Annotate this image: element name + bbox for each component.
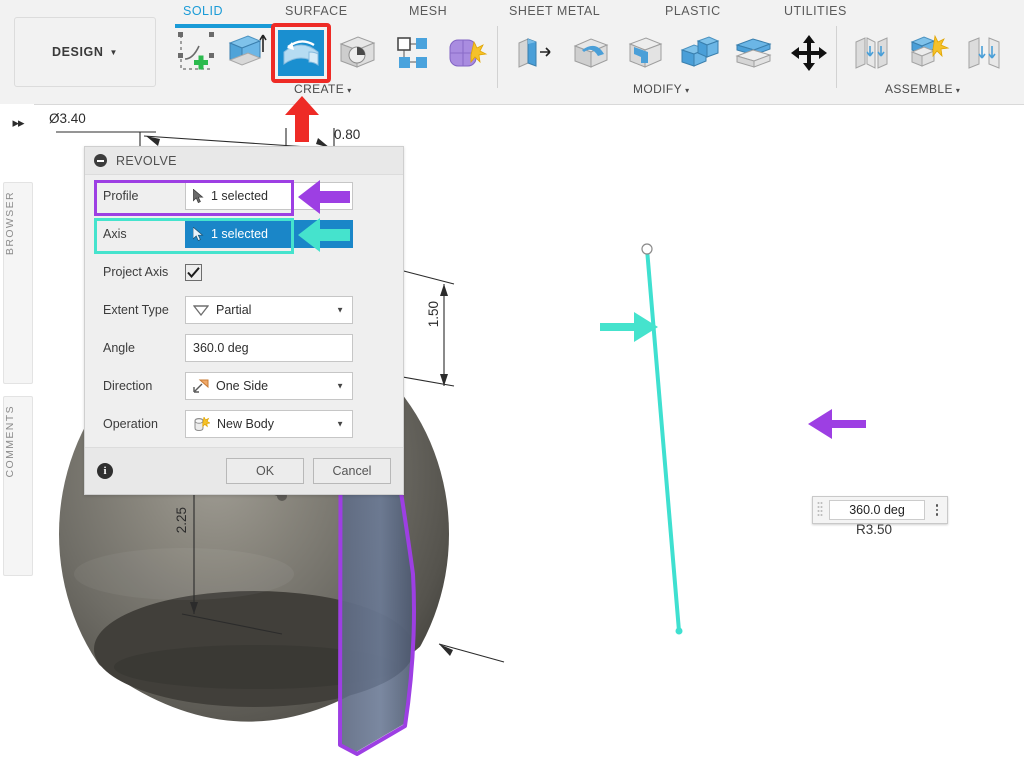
joint-icon[interactable] (850, 30, 896, 76)
direction-label: Direction (103, 379, 153, 393)
create-form-icon[interactable] (442, 28, 488, 74)
extrude-icon[interactable] (222, 29, 268, 75)
chevron-down-icon: ▼ (336, 419, 344, 429)
project-axis-label: Project Axis (103, 265, 169, 279)
tab-solid[interactable]: SOLID (183, 4, 223, 18)
height-dimension-label[interactable]: 1.50 (426, 301, 441, 327)
angle-label: Angle (103, 341, 135, 355)
ok-button[interactable]: OK (226, 458, 304, 484)
angle-value-input[interactable]: 360.0 deg (829, 500, 925, 520)
chevron-down-icon: ▾ (347, 86, 352, 95)
revolve-tool-highlight (271, 23, 331, 83)
axis-label: Axis (103, 227, 127, 241)
rail-tab-browser[interactable]: BROWSER (3, 182, 33, 384)
profile-selection-value: 1 selected (211, 189, 268, 203)
dialog-row-extent-type: Extent Type Partial ▼ (85, 295, 403, 325)
tab-plastic[interactable]: PLASTIC (665, 4, 721, 18)
cursor-select-icon (193, 189, 204, 203)
create-group-label[interactable]: CREATE ▾ (294, 82, 352, 96)
angle-value: 360.0 deg (193, 341, 249, 355)
chevron-down-icon: ▾ (685, 86, 690, 95)
fillet-icon[interactable] (568, 30, 614, 76)
ribbon-divider (497, 26, 498, 88)
chevron-down-icon: ▼ (336, 381, 344, 391)
one-side-icon (193, 379, 209, 393)
info-icon[interactable]: i (97, 463, 113, 479)
operation-value: New Body (217, 417, 274, 431)
workspace-label: DESIGN (51, 45, 104, 59)
direction-dropdown[interactable]: One Side ▼ (185, 372, 353, 400)
angle-value-popup[interactable]: 360.0 deg (812, 496, 948, 524)
create-sketch-icon[interactable] (173, 29, 219, 75)
radius-dimension-label[interactable]: R3.50 (856, 522, 892, 537)
assemble-group-label[interactable]: ASSEMBLE ▾ (885, 82, 960, 96)
tab-mesh[interactable]: MESH (409, 4, 447, 18)
dialog-header: REVOLVE (85, 147, 403, 175)
rail-tab-browser-label: BROWSER (4, 191, 16, 256)
chevron-down-icon: ▾ (955, 86, 961, 95)
as-built-joint-icon[interactable] (962, 30, 1008, 76)
axis-row-callout-arrow-icon (298, 218, 350, 252)
modify-group-label[interactable]: MODIFY ▾ (633, 82, 690, 96)
direction-value: One Side (216, 379, 269, 393)
tab-utilities[interactable]: UTILITIES (784, 4, 847, 18)
new-component-icon[interactable] (904, 28, 950, 74)
ribbon-divider-2 (836, 26, 837, 88)
dialog-row-angle: Angle 360.0 deg (85, 333, 403, 363)
split-face-icon[interactable] (730, 30, 776, 76)
dialog-row-operation: Operation New Body ▼ (85, 409, 403, 439)
dialog-row-axis: Axis 1 selected (85, 219, 403, 249)
width-dimension-label[interactable]: 0.80 (334, 127, 360, 142)
dialog-row-project-axis: Project Axis (85, 257, 403, 287)
cursor-select-icon (193, 227, 204, 241)
dialog-row-direction: Direction One Side ▼ (85, 371, 403, 401)
ribbon-toolbar: DESIGN ▼ SOLID SURFACE MESH SHEET METAL … (0, 0, 1024, 105)
dialog-footer: i OK Cancel (85, 447, 403, 494)
profile-row-callout-arrow-icon (298, 180, 350, 214)
dialog-title: REVOLVE (116, 153, 177, 168)
profile-label: Profile (103, 189, 139, 203)
extent-type-dropdown[interactable]: Partial ▼ (185, 296, 353, 324)
shell-icon[interactable] (622, 30, 668, 76)
active-tab-indicator (175, 24, 275, 28)
pattern-icon[interactable] (388, 30, 434, 76)
angle-options-menu-icon[interactable] (927, 497, 947, 523)
operation-dropdown[interactable]: New Body ▼ (185, 410, 353, 438)
tab-sheet-metal[interactable]: SHEET METAL (509, 4, 600, 18)
collapse-icon[interactable] (94, 154, 107, 167)
tab-surface[interactable]: SURFACE (285, 4, 348, 18)
cancel-button[interactable]: Cancel (313, 458, 391, 484)
checkbox-checked-icon (187, 266, 200, 278)
extent-type-value: Partial (216, 303, 252, 317)
sweep-icon[interactable] (334, 30, 380, 76)
dialog-body: Profile 1 selected Axis 1 selected Proje… (85, 175, 403, 439)
project-axis-checkbox[interactable] (185, 263, 202, 281)
drag-grip-icon[interactable] (813, 497, 827, 523)
chevron-down-icon: ▼ (336, 305, 344, 315)
operation-label: Operation (103, 417, 158, 431)
depth-dimension-label[interactable]: 2.25 (174, 507, 189, 533)
dialog-row-profile: Profile 1 selected (85, 181, 403, 211)
rail-tab-comments[interactable]: COMMENTS (3, 396, 33, 576)
angle-input[interactable]: 360.0 deg (185, 334, 353, 362)
workspace-switcher-button[interactable]: DESIGN ▼ (14, 17, 156, 87)
axis-selection-value: 1 selected (211, 227, 268, 241)
rail-tab-comments-label: COMMENTS (4, 405, 16, 478)
combine-icon[interactable] (676, 30, 722, 76)
expand-panel-icon[interactable]: ▸▸ (7, 114, 29, 132)
press-pull-icon[interactable] (512, 30, 558, 76)
axis-callout-arrow-icon (600, 312, 658, 342)
extent-type-label: Extent Type (103, 303, 169, 317)
partial-extent-icon (193, 304, 209, 316)
move-copy-icon[interactable] (786, 30, 832, 76)
revolve-dialog[interactable]: REVOLVE Profile 1 selected Axis 1 select… (84, 146, 404, 495)
chevron-down-icon: ▼ (109, 47, 119, 57)
diameter-dimension-label[interactable]: Ø3.40 (49, 111, 86, 126)
profile-callout-arrow-icon (808, 409, 866, 439)
left-rail: ▸▸ BROWSER COMMENTS (0, 104, 34, 768)
new-body-icon (193, 416, 210, 432)
